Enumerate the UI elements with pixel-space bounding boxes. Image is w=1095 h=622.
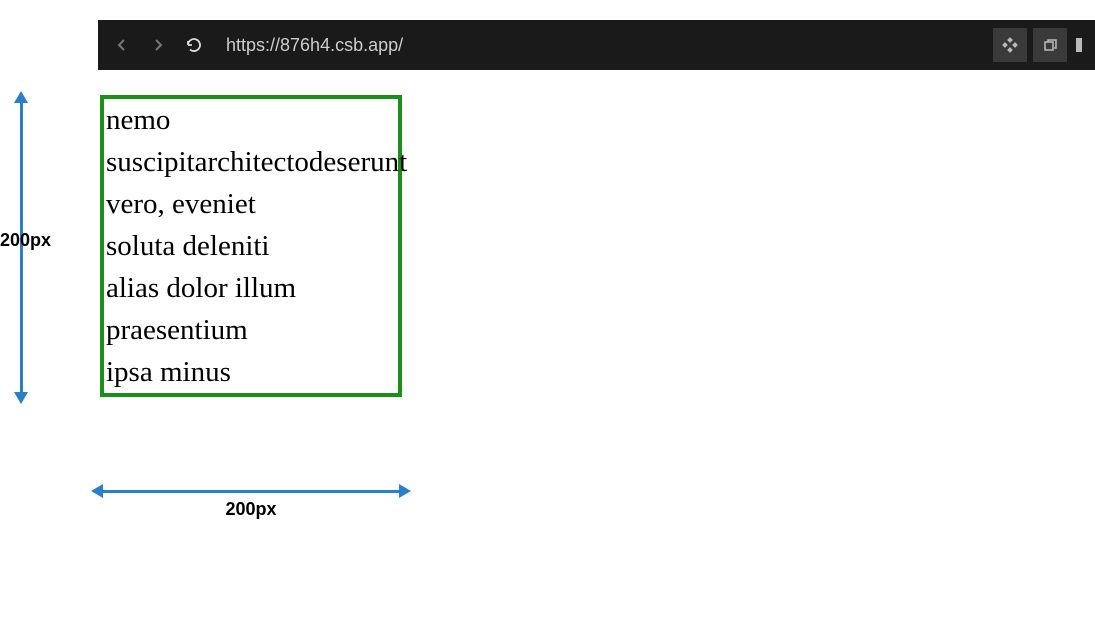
browser-address-bar: https://876h4.csb.app/: [98, 20, 1095, 70]
content-area: nemo suscipitarchitectodeserunt vero, ev…: [100, 95, 402, 397]
copy-icon: [1042, 37, 1058, 53]
chevron-left-icon: [115, 38, 129, 52]
list-item: alias dolor illum: [106, 267, 396, 309]
chevron-right-icon: [151, 38, 165, 52]
nav-forward-button[interactable]: [144, 31, 172, 59]
diamond-icon: [1002, 37, 1018, 53]
list-item: ipsa minus: [106, 351, 396, 393]
height-label: 200px: [0, 230, 51, 251]
overflow-box: nemo suscipitarchitectodeserunt vero, ev…: [100, 95, 402, 397]
toolbar-right: [993, 28, 1085, 62]
partial-icon: [1076, 36, 1082, 54]
horizontal-arrow: [100, 490, 402, 493]
width-label: 200px: [225, 499, 276, 520]
list-item: suscipitarchitectodeserunt: [106, 141, 396, 183]
list-item: soluta deleniti: [106, 225, 396, 267]
toolbar-more-button[interactable]: [1073, 28, 1085, 62]
list-item: vero, eveniet: [106, 183, 396, 225]
list-item: nemo: [106, 99, 396, 141]
nav-back-button[interactable]: [108, 31, 136, 59]
reload-icon: [185, 36, 203, 54]
list-item: praesentium: [106, 309, 396, 351]
item-list: nemo suscipitarchitectodeserunt vero, ev…: [106, 99, 396, 393]
nav-reload-button[interactable]: [180, 31, 208, 59]
toolbar-window-button[interactable]: [1033, 28, 1067, 62]
dimension-horizontal: 200px: [100, 490, 402, 520]
url-text[interactable]: https://876h4.csb.app/: [226, 35, 985, 56]
toolbar-diamond-button[interactable]: [993, 28, 1027, 62]
